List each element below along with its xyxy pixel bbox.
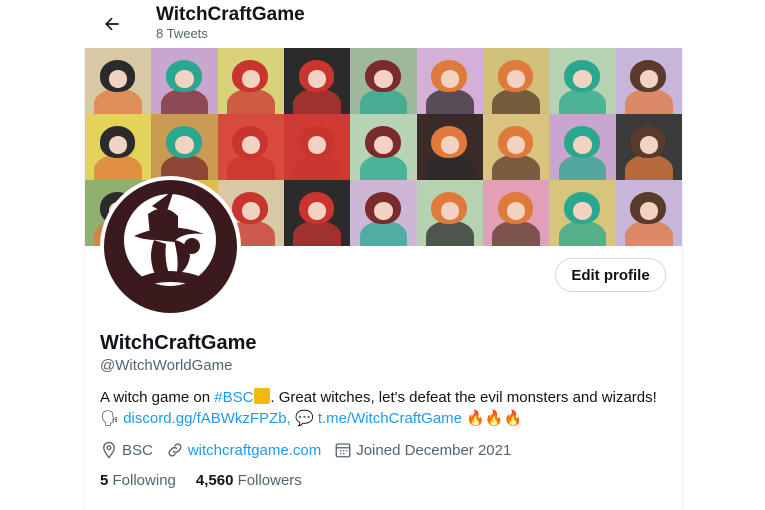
joined-text: Joined December 2021	[356, 441, 512, 459]
display-name: WitchCraftGame	[100, 332, 257, 354]
discord-link[interactable]: discord.gg/fABWkzFPZb,	[123, 410, 291, 427]
website: witchcraftgame.com	[166, 441, 321, 459]
telegram-link[interactable]: t.me/WitchCraftGame	[318, 410, 462, 427]
banner-tile	[284, 180, 351, 246]
fire-icon: 🔥🔥🔥	[466, 409, 523, 427]
location: BSC	[100, 441, 153, 459]
banner-tile	[483, 48, 550, 114]
following-label: Following	[112, 472, 176, 489]
banner-tile	[549, 114, 616, 180]
location-text: BSC	[122, 441, 153, 459]
header-title: WitchCraftGame	[156, 4, 305, 25]
banner-tile	[284, 48, 351, 114]
banner-tile	[350, 114, 417, 180]
banner-tile	[483, 114, 550, 180]
banner-tile	[350, 180, 417, 246]
avatar[interactable]	[100, 176, 241, 317]
bsc-logo-icon	[254, 388, 271, 404]
banner-tile	[549, 180, 616, 246]
speaking-head-icon: 🗣	[100, 409, 120, 427]
profile-meta: BSC witchcraftgame.com Joined December 2…	[100, 441, 524, 459]
joined: Joined December 2021	[334, 441, 511, 459]
following-count: 5	[100, 472, 109, 489]
banner-tile	[416, 48, 483, 114]
banner-tile	[615, 180, 682, 246]
banner-tile	[151, 114, 218, 180]
calendar-icon	[335, 443, 351, 458]
bio: A witch game on #BSC . Great witches, let…	[100, 388, 670, 429]
banner-tile	[483, 180, 550, 246]
top-bar: WitchCraftGame 8 Tweets	[84, 0, 683, 48]
followers-link[interactable]: 4,560 Followers	[196, 472, 302, 489]
banner-tile	[217, 114, 284, 180]
speech-balloon-icon: 💬	[294, 409, 314, 427]
following-link[interactable]: 5 Following	[100, 472, 176, 489]
username-handle: @WitchWorldGame	[100, 357, 233, 374]
follow-stats: 5 Following 4,560 Followers	[100, 472, 322, 489]
edit-profile-button[interactable]: Edit profile	[555, 258, 666, 292]
followers-label: Followers	[237, 472, 302, 489]
banner-tile	[151, 48, 218, 114]
banner-tile	[416, 180, 483, 246]
website-link[interactable]: witchcraftgame.com	[188, 442, 321, 459]
tweet-count: 8 Tweets	[156, 26, 208, 41]
banner-tile	[549, 48, 616, 114]
back-button[interactable]	[96, 8, 128, 40]
banner-tile	[416, 114, 483, 180]
followers-count: 4,560	[195, 472, 234, 489]
bio-text: . Great witches, let's defeat the evil m…	[270, 389, 657, 406]
banner-tile	[217, 48, 284, 114]
bio-text: A witch game on	[100, 389, 215, 406]
witch-logo-icon	[124, 190, 216, 288]
arrow-left-icon	[105, 17, 119, 31]
banner-tile	[350, 48, 417, 114]
banner-tile	[85, 114, 152, 180]
banner-tile	[284, 114, 351, 180]
hashtag-link[interactable]: #BSC	[214, 389, 253, 406]
link-icon	[168, 443, 182, 457]
banner-tile	[615, 48, 682, 114]
location-pin-icon	[103, 441, 115, 459]
banner-tile	[85, 48, 152, 114]
banner-tile	[615, 114, 682, 180]
